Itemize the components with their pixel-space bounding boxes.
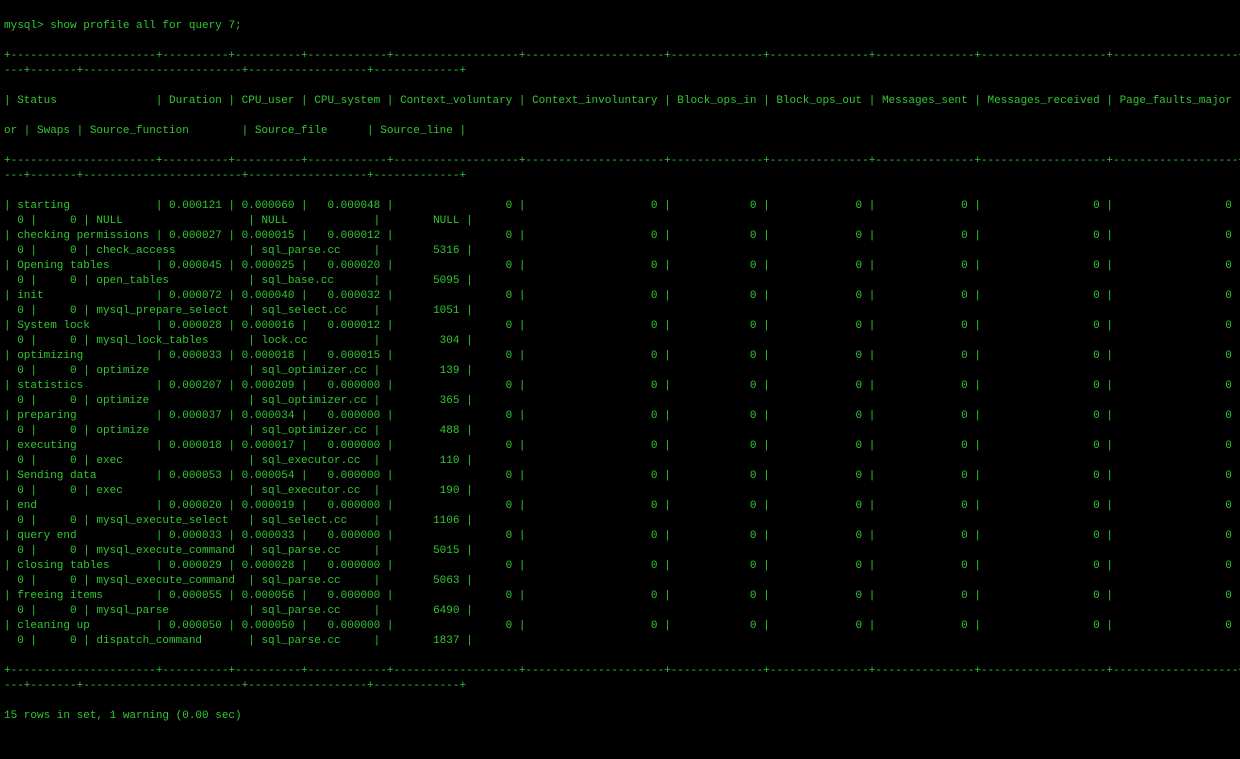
table-row: | cleaning up | 0.000050 | 0.000050 | 0.… bbox=[4, 619, 1236, 634]
table-row: | optimizing | 0.000033 | 0.000018 | 0.0… bbox=[4, 349, 1236, 364]
table-row: | statistics | 0.000207 | 0.000209 | 0.0… bbox=[4, 379, 1236, 394]
table-header-line-2: or | Swaps | Source_function | Source_fi… bbox=[4, 124, 1236, 139]
table-row: | executing | 0.000018 | 0.000017 | 0.00… bbox=[4, 439, 1236, 454]
table-row-wrap: 0 | 0 | mysql_lock_tables | lock.cc | 30… bbox=[4, 334, 1236, 349]
table-row-wrap: 0 | 0 | mysql_execute_command | sql_pars… bbox=[4, 544, 1236, 559]
table-row: | Sending data | 0.000053 | 0.000054 | 0… bbox=[4, 469, 1236, 484]
table-row-wrap: 0 | 0 | optimize | sql_optimizer.cc | 13… bbox=[4, 364, 1236, 379]
table-row: | closing tables | 0.000029 | 0.000028 |… bbox=[4, 559, 1236, 574]
table-row: | end | 0.000020 | 0.000019 | 0.000000 |… bbox=[4, 499, 1236, 514]
command-text: show profile all for query 7; bbox=[50, 20, 241, 32]
table-row-wrap: 0 | 0 | check_access | sql_parse.cc | 53… bbox=[4, 244, 1236, 259]
table-row: | checking permissions | 0.000027 | 0.00… bbox=[4, 229, 1236, 244]
table-row-wrap: 0 | 0 | NULL | NULL | NULL | bbox=[4, 214, 1236, 229]
table-body: | starting | 0.000121 | 0.000060 | 0.000… bbox=[4, 199, 1236, 649]
table-header-line-1: | Status | Duration | CPU_user | CPU_sys… bbox=[4, 94, 1236, 109]
table-row-wrap: 0 | 0 | mysql_execute_command | sql_pars… bbox=[4, 574, 1236, 589]
prompt-line: mysql> show profile all for query 7; bbox=[4, 19, 1236, 34]
mysql-prompt: mysql> bbox=[4, 20, 50, 32]
table-row-wrap: 0 | 0 | open_tables | sql_base.cc | 5095… bbox=[4, 274, 1236, 289]
table-row-wrap: 0 | 0 | mysql_execute_select | sql_selec… bbox=[4, 514, 1236, 529]
table-row-wrap: 0 | 0 | optimize | sql_optimizer.cc | 48… bbox=[4, 424, 1236, 439]
table-separator: +----------------------+----------+-----… bbox=[4, 49, 1236, 79]
table-row: | Opening tables | 0.000045 | 0.000025 |… bbox=[4, 259, 1236, 274]
table-row: | freeing items | 0.000055 | 0.000056 | … bbox=[4, 589, 1236, 604]
table-row-wrap: 0 | 0 | optimize | sql_optimizer.cc | 36… bbox=[4, 394, 1236, 409]
result-footer: 15 rows in set, 1 warning (0.00 sec) bbox=[4, 709, 1236, 724]
table-row: | System lock | 0.000028 | 0.000016 | 0.… bbox=[4, 319, 1236, 334]
table-row: | preparing | 0.000037 | 0.000034 | 0.00… bbox=[4, 409, 1236, 424]
terminal-screen[interactable]: mysql> show profile all for query 7; +--… bbox=[0, 0, 1240, 759]
table-row-wrap: 0 | 0 | mysql_parse | sql_parse.cc | 649… bbox=[4, 604, 1236, 619]
table-separator: +----------------------+----------+-----… bbox=[4, 664, 1236, 694]
table-row-wrap: 0 | 0 | exec | sql_executor.cc | 190 | bbox=[4, 484, 1236, 499]
table-row: | init | 0.000072 | 0.000040 | 0.000032 … bbox=[4, 289, 1236, 304]
table-row: | query end | 0.000033 | 0.000033 | 0.00… bbox=[4, 529, 1236, 544]
table-row: | starting | 0.000121 | 0.000060 | 0.000… bbox=[4, 199, 1236, 214]
table-row-wrap: 0 | 0 | mysql_prepare_select | sql_selec… bbox=[4, 304, 1236, 319]
table-row-wrap: 0 | 0 | exec | sql_executor.cc | 110 | bbox=[4, 454, 1236, 469]
table-row-wrap: 0 | 0 | dispatch_command | sql_parse.cc … bbox=[4, 634, 1236, 649]
table-separator: +----------------------+----------+-----… bbox=[4, 154, 1236, 184]
